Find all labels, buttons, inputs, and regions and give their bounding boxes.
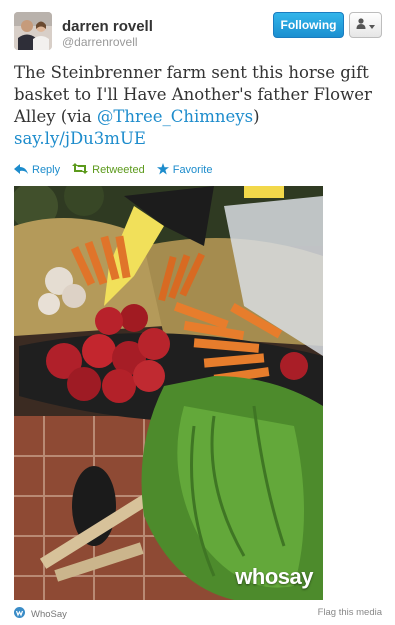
user-actions-dropdown[interactable]: [349, 12, 382, 38]
person-icon: [356, 16, 366, 34]
media-source-label: WhoSay: [31, 608, 67, 620]
media-footer: WhoSay Flag this media: [14, 607, 382, 621]
whosay-icon: [14, 607, 31, 621]
user-names: darren rovell @darrenrovell: [62, 18, 153, 50]
tweet-text: The Steinbrenner farm sent this horse gi…: [14, 62, 386, 150]
tweet-url-link[interactable]: say.ly/jDu3mUE: [14, 129, 146, 148]
retweet-icon: [72, 163, 92, 177]
tweet-actions: Reply Retweeted Favorite: [14, 162, 224, 178]
reply-action[interactable]: Reply: [14, 163, 61, 177]
gift-basket-photo: [14, 186, 323, 600]
media-source[interactable]: WhoSay: [14, 607, 67, 621]
avatar[interactable]: [14, 12, 52, 50]
star-icon: [156, 162, 173, 178]
following-button[interactable]: Following: [273, 12, 344, 38]
retweeted-action[interactable]: Retweeted: [72, 163, 145, 177]
caret-down-icon: [369, 16, 375, 34]
retweeted-label: Retweeted: [92, 164, 145, 176]
tweet-text-close: ): [253, 107, 260, 126]
user-handle[interactable]: @darrenrovell: [62, 35, 153, 50]
whosay-watermark: whosay: [235, 564, 313, 589]
display-name[interactable]: darren rovell: [62, 18, 153, 35]
flag-media-link[interactable]: Flag this media: [318, 607, 382, 618]
favorite-label: Favorite: [172, 164, 213, 176]
mention-link[interactable]: @Three_Chimneys: [97, 107, 253, 126]
reply-label: Reply: [32, 164, 61, 176]
tweet-header: darren rovell @darrenrovell Following: [14, 12, 382, 56]
reply-icon: [14, 163, 32, 177]
media-photo[interactable]: whosay: [14, 186, 323, 600]
favorite-action[interactable]: Favorite: [156, 162, 213, 178]
